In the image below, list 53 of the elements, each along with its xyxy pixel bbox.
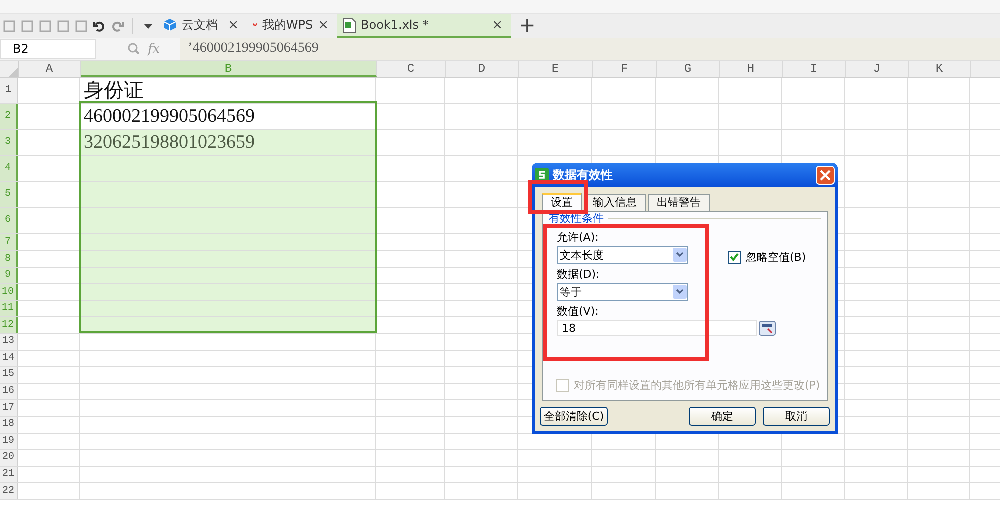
field-label: 允许(A): <box>557 230 600 246</box>
group-label: 有效性条件 <box>549 210 604 226</box>
value-field[interactable]: 18 <box>557 320 757 336</box>
dialog-button[interactable]: 确定 <box>689 407 756 426</box>
document-tab[interactable]: 云文档 × <box>157 14 247 38</box>
checkbox-label: 忽略空值(B) <box>746 250 806 265</box>
row-header[interactable]: 14 <box>0 350 18 366</box>
column-header[interactable]: H <box>720 61 783 77</box>
column-header[interactable]: I <box>783 61 846 77</box>
row-header[interactable]: 19 <box>0 434 18 450</box>
formula-field[interactable]: ’460002199905064569 <box>180 38 1000 60</box>
row-header[interactable]: 20 <box>0 450 18 466</box>
highlight-frame <box>528 180 588 214</box>
column-header[interactable]: K <box>909 61 971 77</box>
column-header[interactable]: E <box>519 61 593 77</box>
close-icon[interactable]: × <box>492 18 503 32</box>
row-header[interactable]: 15 <box>0 367 18 383</box>
table-cell: 320625198801023659 <box>80 130 376 155</box>
dialog-button[interactable]: 取消 <box>763 407 830 426</box>
document-tab[interactable]: Book1.xls * × <box>337 14 511 38</box>
checkbox[interactable] <box>728 251 741 264</box>
document-tab[interactable]: 我的WPS × <box>247 14 337 38</box>
row-header[interactable]: 17 <box>0 400 18 416</box>
range-picker-icon[interactable] <box>759 320 776 336</box>
dialog-tab[interactable]: 出错警告 <box>648 194 710 211</box>
row-header[interactable]: 22 <box>0 483 18 499</box>
row-header[interactable]: 18 <box>0 416 18 433</box>
zoom-icon[interactable] <box>128 43 140 55</box>
spreadsheet-file-icon <box>343 18 356 32</box>
checkbox-label: 对所有同样设置的其他所有单元格应用这些更改(P) <box>574 378 820 393</box>
cube-icon <box>163 18 177 32</box>
column-header[interactable]: F <box>593 61 657 77</box>
data-dropdown[interactable]: 等于 <box>557 283 688 301</box>
column-header[interactable]: J <box>846 61 909 77</box>
allow-dropdown[interactable]: 文本长度 <box>557 246 688 264</box>
name-box[interactable]: B2 <box>0 39 96 59</box>
column-header[interactable]: D <box>446 61 519 77</box>
chevron-icon <box>673 285 687 299</box>
dialog-button[interactable]: 全部清除(C) <box>540 407 608 426</box>
row-header[interactable]: 13 <box>0 334 18 350</box>
row-header[interactable]: 16 <box>0 384 18 400</box>
column-header[interactable]: C <box>377 61 446 77</box>
chevron-icon <box>673 248 687 262</box>
new-tab-button[interactable]: + <box>511 14 544 38</box>
close-icon[interactable]: × <box>318 18 329 32</box>
dialog-tab[interactable]: 设置 <box>542 193 582 211</box>
close-icon[interactable] <box>816 166 835 184</box>
field-label: 数据(D): <box>557 267 601 283</box>
row-header[interactable]: 1 <box>0 78 18 103</box>
close-icon[interactable]: × <box>228 18 239 32</box>
column-header[interactable]: G <box>657 61 720 77</box>
field-label: 数值(V): <box>557 304 600 320</box>
row-header[interactable]: 21 <box>0 466 18 482</box>
